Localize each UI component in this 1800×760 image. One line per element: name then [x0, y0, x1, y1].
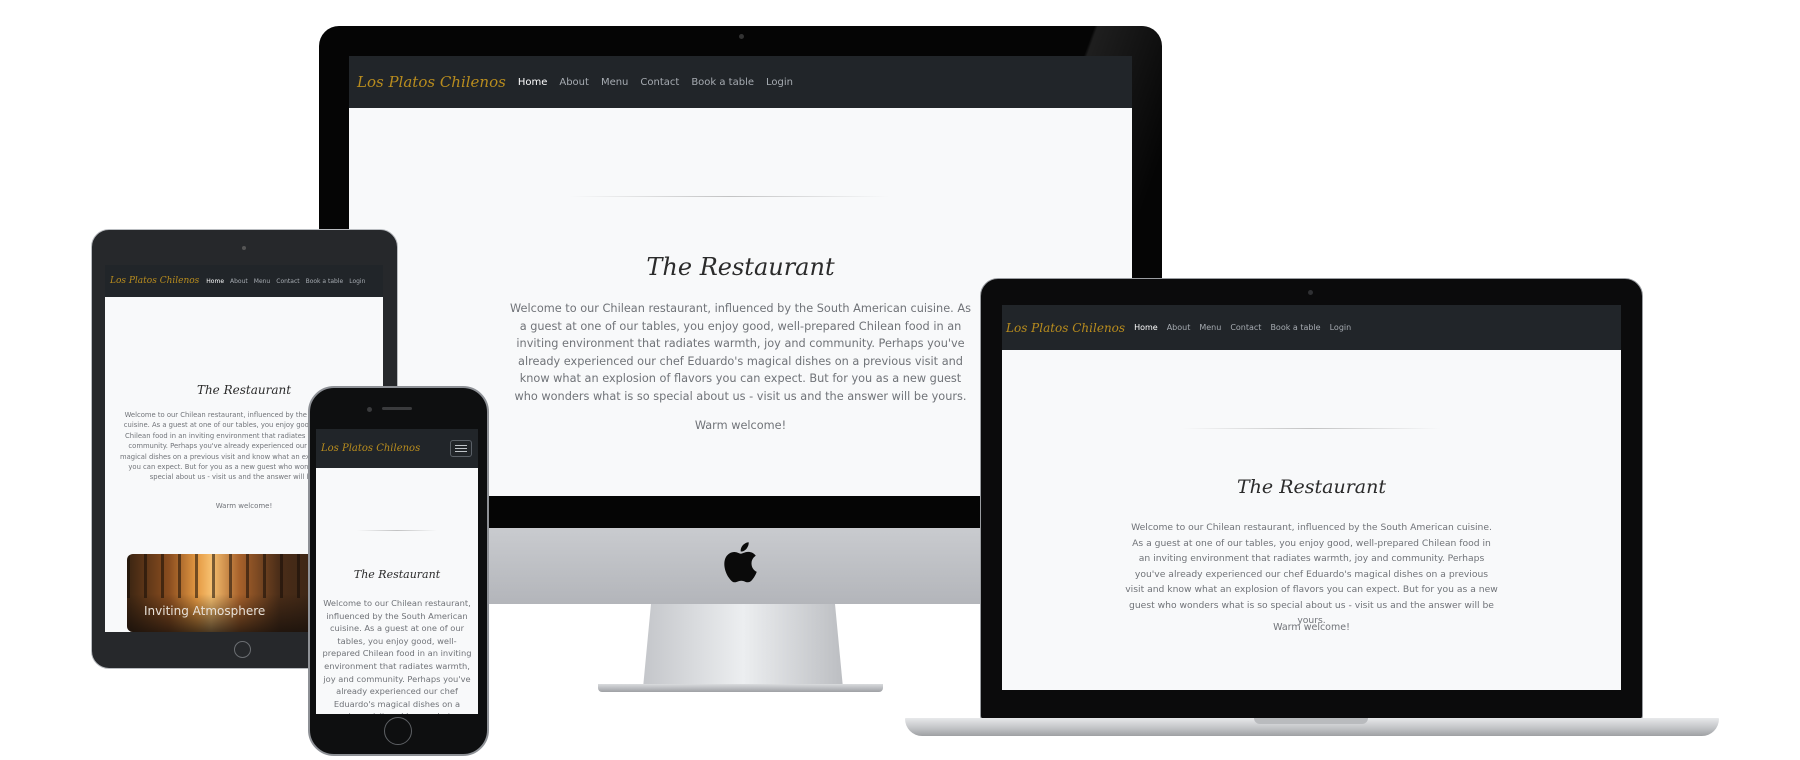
nav-about[interactable]: About — [559, 77, 589, 88]
phone-speaker — [382, 407, 412, 410]
nav-contact[interactable]: Contact — [1230, 323, 1261, 332]
nav-home[interactable]: Home — [206, 278, 224, 285]
phone-screen: Los Platos Chilenos The Restaurant Welco… — [316, 429, 478, 714]
nav-menu[interactable]: Menu — [601, 77, 628, 88]
nav-contact[interactable]: Contact — [640, 77, 679, 88]
site-logo[interactable]: Los Platos Chilenos — [321, 443, 420, 454]
nav-about[interactable]: About — [230, 278, 248, 285]
intro-paragraph: Welcome to our Chilean restaurant, influ… — [322, 598, 472, 714]
nav-menu[interactable]: Menu — [254, 278, 270, 285]
nav-about[interactable]: About — [1167, 323, 1191, 332]
nav-menu[interactable]: Menu — [1199, 323, 1221, 332]
site-logo[interactable]: Los Platos Chilenos — [110, 276, 199, 286]
phone-camera — [367, 407, 372, 412]
imac-stand-base — [598, 684, 883, 692]
nav-login[interactable]: Login — [1330, 323, 1352, 332]
section-title: The Restaurant — [646, 253, 835, 281]
section-divider — [569, 196, 889, 197]
navbar: Los Platos Chilenos Home About Menu Cont… — [105, 265, 383, 297]
nav-login[interactable]: Login — [766, 77, 793, 88]
navbar: Los Platos Chilenos — [316, 429, 478, 468]
section-divider — [357, 530, 437, 531]
nav-links: Home About Menu Contact Book a table Log… — [518, 77, 793, 88]
imac-stand — [643, 604, 843, 688]
welcome-text: Warm welcome! — [1273, 622, 1350, 633]
nav-home[interactable]: Home — [518, 77, 548, 88]
navbar: Los Platos Chilenos Home About Menu Cont… — [349, 56, 1132, 108]
tablet-camera — [242, 246, 246, 250]
phone-home-button[interactable] — [384, 717, 412, 745]
laptop-notch — [1254, 718, 1368, 724]
section-title: The Restaurant — [1237, 476, 1386, 498]
nav-links: Home About Menu Contact Book a table Log… — [1134, 323, 1351, 332]
navbar: Los Platos Chilenos Home About Menu Cont… — [1002, 305, 1621, 350]
imac-camera — [739, 34, 744, 39]
site-logo[interactable]: Los Platos Chilenos — [1006, 321, 1125, 335]
laptop-screen: Los Platos Chilenos Home About Menu Cont… — [1002, 305, 1621, 690]
section-divider — [1182, 428, 1441, 429]
apple-logo-icon — [724, 542, 757, 583]
atmosphere-card-caption: Inviting Atmosphere — [144, 604, 266, 618]
nav-book-a-table[interactable]: Book a table — [1270, 323, 1320, 332]
site-logo[interactable]: Los Platos Chilenos — [357, 73, 506, 91]
laptop-camera — [1308, 290, 1313, 295]
section-title: The Restaurant — [353, 568, 441, 581]
nav-links: Home About Menu Contact Book a table Log… — [206, 278, 365, 285]
intro-paragraph: Welcome to our Chilean restaurant, influ… — [510, 302, 971, 403]
nav-book-a-table[interactable]: Book a table — [691, 77, 754, 88]
nav-contact[interactable]: Contact — [276, 278, 299, 285]
hamburger-menu-icon[interactable] — [450, 440, 472, 457]
nav-book-a-table[interactable]: Book a table — [306, 278, 344, 285]
nav-home[interactable]: Home — [1134, 323, 1158, 332]
nav-login[interactable]: Login — [349, 278, 365, 285]
tablet-home-button[interactable] — [234, 641, 251, 658]
intro-paragraph: Welcome to our Chilean restaurant, influ… — [1125, 522, 1498, 626]
